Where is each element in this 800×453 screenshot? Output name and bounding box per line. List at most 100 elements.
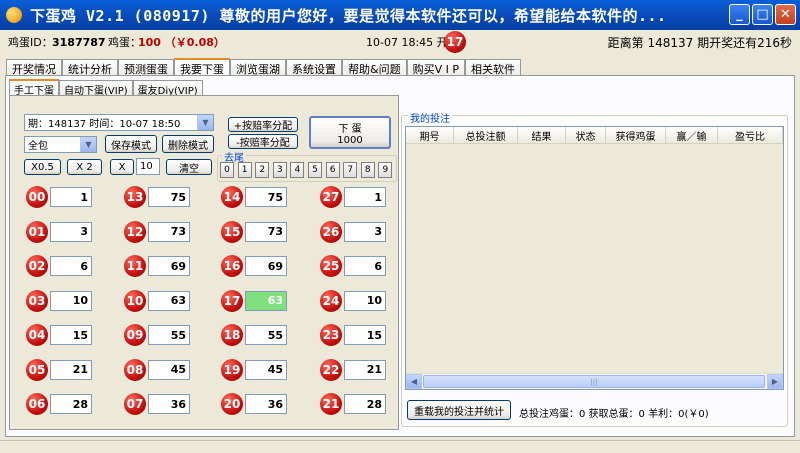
number-ball-17[interactable]: 17 — [221, 289, 243, 312]
tail-button-7[interactable]: 7 — [343, 162, 358, 178]
bet-amount-input-16[interactable]: 69 — [245, 256, 287, 276]
multiply-two-button[interactable]: X 2 — [67, 159, 102, 175]
number-ball-13[interactable]: 13 — [124, 186, 146, 208]
scroll-thumb[interactable]: ||| — [423, 375, 765, 388]
number-ball-09[interactable]: 09 — [124, 324, 146, 346]
bet-amount-input-06[interactable]: 28 — [50, 394, 92, 414]
tab-related-software[interactable]: 相关软件 — [464, 59, 521, 76]
number-ball-16[interactable]: 16 — [221, 255, 243, 277]
subtab-diy[interactable]: 蛋友Diy(VIP) — [132, 80, 203, 97]
bet-amount-input-15[interactable]: 73 — [245, 221, 287, 242]
number-ball-12[interactable]: 12 — [124, 220, 146, 243]
number-ball-19[interactable]: 19 — [221, 358, 243, 381]
scroll-right-icon[interactable]: ▶ — [767, 374, 783, 389]
bet-amount-input-03[interactable]: 10 — [50, 290, 92, 311]
odds-minus-button[interactable]: -按赔率分配 — [228, 134, 298, 149]
number-ball-23[interactable]: 23 — [320, 324, 342, 346]
tab-buy-vip[interactable]: 购买V I P — [406, 59, 465, 76]
tail-button-1[interactable]: 1 — [237, 162, 252, 178]
tab-place-bet[interactable]: 我要下蛋 — [174, 58, 230, 76]
number-ball-00[interactable]: 00 — [26, 186, 48, 208]
number-ball-03[interactable]: 03 — [26, 289, 48, 312]
tail-button-3[interactable]: 3 — [272, 162, 287, 178]
place-bet-button[interactable]: 下 蛋 1000 — [309, 116, 391, 149]
tail-button-2[interactable]: 2 — [255, 162, 270, 178]
bet-amount-input-25[interactable]: 6 — [344, 256, 386, 276]
bet-amount-input-20[interactable]: 36 — [245, 394, 287, 414]
tab-help[interactable]: 帮助&问题 — [342, 59, 407, 76]
number-ball-11[interactable]: 11 — [124, 255, 146, 277]
number-ball-15[interactable]: 15 — [221, 220, 243, 243]
number-ball-08[interactable]: 08 — [124, 358, 146, 381]
bet-amount-input-14[interactable]: 75 — [245, 187, 287, 207]
tail-button-8[interactable]: 8 — [360, 162, 375, 178]
number-ball-25[interactable]: 25 — [320, 255, 342, 277]
number-ball-24[interactable]: 24 — [320, 289, 342, 312]
tail-button-5[interactable]: 5 — [308, 162, 322, 178]
save-mode-button[interactable]: 保存模式 — [105, 135, 157, 153]
number-ball-20[interactable]: 20 — [221, 393, 243, 415]
bet-amount-input-13[interactable]: 75 — [148, 187, 190, 207]
bet-amount-input-21[interactable]: 28 — [344, 394, 386, 414]
col-period[interactable]: 期号 — [406, 127, 454, 144]
bet-amount-input-04[interactable]: 15 — [50, 325, 92, 345]
number-ball-18[interactable]: 18 — [221, 324, 243, 346]
bet-amount-input-22[interactable]: 21 — [344, 359, 386, 380]
bet-amount-input-23[interactable]: 15 — [344, 325, 386, 345]
col-result[interactable]: 结果 — [518, 127, 566, 144]
number-ball-14[interactable]: 14 — [221, 186, 243, 208]
number-ball-26[interactable]: 26 — [320, 220, 342, 243]
col-status[interactable]: 状态 — [566, 127, 606, 144]
multiplier-input[interactable]: 10 — [136, 158, 160, 175]
bet-amount-input-08[interactable]: 45 — [148, 359, 190, 380]
period-select[interactable]: 期：148137 时间：10-07 18:50 ▼ — [24, 114, 214, 131]
multiply-custom-button[interactable]: X — [110, 159, 134, 175]
subtab-auto[interactable]: 自动下蛋(VIP) — [59, 80, 133, 97]
reload-bets-button[interactable]: 重载我的投注并统计 — [407, 400, 511, 420]
tail-button-0[interactable]: 0 — [220, 162, 234, 178]
bet-amount-input-02[interactable]: 6 — [50, 256, 92, 276]
col-win-loss[interactable]: 赢／输 — [666, 127, 718, 144]
minimize-button[interactable]: _ — [729, 4, 750, 25]
tab-browse[interactable]: 浏览蛋湖 — [230, 59, 286, 76]
number-ball-22[interactable]: 22 — [320, 358, 342, 381]
bet-amount-input-17[interactable]: 63 — [245, 290, 287, 311]
number-ball-02[interactable]: 02 — [26, 255, 48, 277]
bet-amount-input-18[interactable]: 55 — [245, 325, 287, 345]
bet-amount-input-19[interactable]: 45 — [245, 359, 287, 380]
bet-amount-input-27[interactable]: 1 — [344, 187, 386, 207]
maximize-button[interactable]: □ — [752, 4, 773, 25]
close-button[interactable]: ✕ — [775, 4, 796, 25]
bets-table[interactable]: 期号 总投注额 结果 状态 获得鸡蛋 赢／输 盈亏比 ◀ ||| ▶ — [405, 126, 784, 390]
number-ball-21[interactable]: 21 — [320, 393, 342, 415]
tail-button-9[interactable]: 9 — [378, 162, 393, 178]
bet-amount-input-00[interactable]: 1 — [50, 187, 92, 207]
multiply-half-button[interactable]: X0.5 — [24, 159, 61, 175]
subtab-manual[interactable]: 手工下蛋 — [9, 79, 59, 97]
tail-button-6[interactable]: 6 — [325, 162, 340, 178]
bet-amount-input-09[interactable]: 55 — [148, 325, 190, 345]
bet-amount-input-10[interactable]: 63 — [148, 290, 190, 311]
delete-mode-button[interactable]: 删除模式 — [162, 135, 214, 153]
bet-amount-input-11[interactable]: 69 — [148, 256, 190, 276]
tab-settings[interactable]: 系统设置 — [286, 59, 342, 76]
number-ball-06[interactable]: 06 — [26, 393, 48, 415]
bet-amount-input-07[interactable]: 36 — [148, 394, 190, 414]
number-ball-05[interactable]: 05 — [26, 358, 48, 381]
bet-amount-input-01[interactable]: 3 — [50, 221, 92, 242]
bet-amount-input-12[interactable]: 73 — [148, 221, 190, 242]
tab-statistics[interactable]: 统计分析 — [62, 59, 118, 76]
odds-plus-button[interactable]: +按赔率分配 — [228, 117, 298, 132]
number-ball-10[interactable]: 10 — [124, 289, 146, 312]
col-eggs-won[interactable]: 获得鸡蛋 — [606, 127, 666, 144]
scroll-left-icon[interactable]: ◀ — [406, 374, 422, 389]
mode-select[interactable]: 全包 ▼ — [24, 136, 97, 153]
tab-draw-results[interactable]: 开奖情况 — [6, 59, 62, 76]
col-total-bet[interactable]: 总投注额 — [454, 127, 518, 144]
col-profit-ratio[interactable]: 盈亏比 — [718, 127, 783, 144]
horizontal-scrollbar[interactable]: ◀ ||| ▶ — [406, 373, 783, 389]
number-ball-27[interactable]: 27 — [320, 186, 342, 208]
bet-amount-input-24[interactable]: 10 — [344, 290, 386, 311]
bet-amount-input-26[interactable]: 3 — [344, 221, 386, 242]
bet-amount-input-05[interactable]: 21 — [50, 359, 92, 380]
